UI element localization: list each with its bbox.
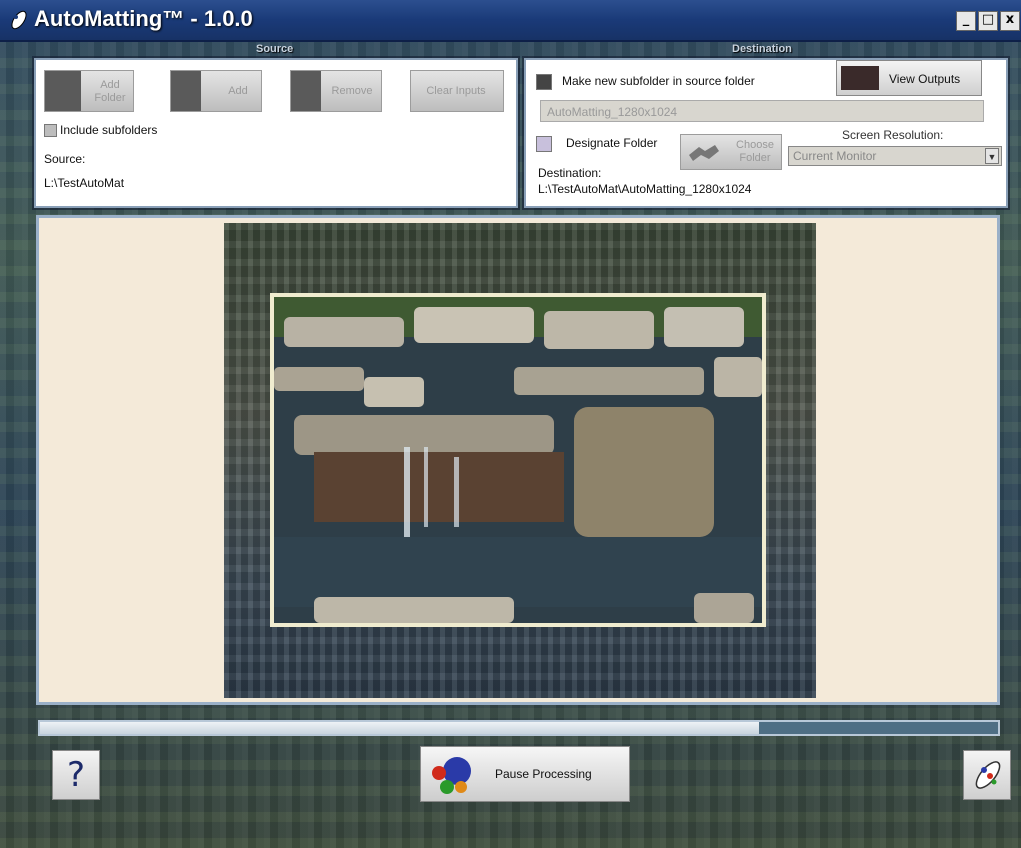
source-section-label: Source xyxy=(256,43,294,55)
screen-resolution-select[interactable]: Current Monitor ▼ xyxy=(788,146,1002,166)
view-outputs-button[interactable]: View Outputs xyxy=(836,60,982,96)
processing-icon xyxy=(432,757,471,794)
add-label: Add xyxy=(228,85,248,97)
folder-icon xyxy=(45,71,81,111)
automatting-logo-icon xyxy=(11,10,27,30)
preview-photo xyxy=(270,293,766,627)
remove-label: Remove xyxy=(331,85,373,97)
help-button[interactable]: ? xyxy=(52,750,100,800)
include-subfolders-checkbox[interactable] xyxy=(44,124,57,137)
make-subfolder-label: Make new subfolder in source folder xyxy=(562,74,755,88)
designate-folder-checkbox[interactable] xyxy=(536,136,552,152)
destination-section-label: Destination xyxy=(732,43,792,55)
clear-inputs-label: Clear Inputs xyxy=(426,85,486,97)
pause-processing-button[interactable]: Pause Processing xyxy=(420,746,630,802)
tools-icon xyxy=(975,761,1001,789)
remove-button[interactable]: Remove xyxy=(290,70,382,112)
source-path: L:\TestAutoMat xyxy=(44,176,125,190)
include-subfolders-label: Include subfolders xyxy=(60,123,158,137)
clear-inputs-button[interactable]: Clear Inputs xyxy=(410,70,504,112)
choose-folder-label: Choose Folder xyxy=(736,139,774,164)
maximize-button[interactable]: □ xyxy=(978,11,998,31)
subfolder-name-input[interactable]: AutoMatting_1280x1024 xyxy=(540,100,984,122)
make-subfolder-checkbox[interactable] xyxy=(536,74,552,90)
minimize-button[interactable]: _ xyxy=(956,11,976,31)
pause-processing-label: Pause Processing xyxy=(495,767,592,781)
designate-folder-label: Designate Folder xyxy=(566,136,658,150)
add-button[interactable]: Add xyxy=(170,70,262,112)
close-button[interactable]: x xyxy=(1000,11,1020,31)
add-folder-button[interactable]: Add Folder xyxy=(44,70,134,112)
view-outputs-label: View Outputs xyxy=(889,72,961,86)
tools-button[interactable] xyxy=(963,750,1011,800)
question-mark-icon: ? xyxy=(66,755,86,795)
screen-resolution-value: Current Monitor xyxy=(793,149,877,163)
remove-file-icon xyxy=(291,71,321,111)
destination-caption: Destination: xyxy=(538,166,602,180)
choose-folder-button[interactable]: Choose Folder xyxy=(680,134,782,170)
source-panel: Add Folder Add Remove Clear Inputs Inclu… xyxy=(34,58,518,208)
destination-path: L:\TestAutoMat\AutoMatting_1280x1024 xyxy=(538,182,752,196)
chevron-down-icon: ▼ xyxy=(985,148,999,164)
progress-bar xyxy=(38,720,1000,736)
title-bar: AutoMatting™ - 1.0.0 _ □ x xyxy=(0,0,1021,42)
screen-resolution-label: Screen Resolution: xyxy=(842,128,944,142)
waterfall-image xyxy=(274,297,762,623)
progress-fill xyxy=(40,722,759,734)
add-file-icon xyxy=(171,71,201,111)
add-folder-label: Add Folder xyxy=(94,79,126,104)
folder-arrow-icon xyxy=(689,145,719,161)
outputs-thumbnail-icon xyxy=(841,66,879,90)
window-title: AutoMatting™ - 1.0.0 xyxy=(34,6,253,31)
source-caption: Source: xyxy=(44,152,86,166)
